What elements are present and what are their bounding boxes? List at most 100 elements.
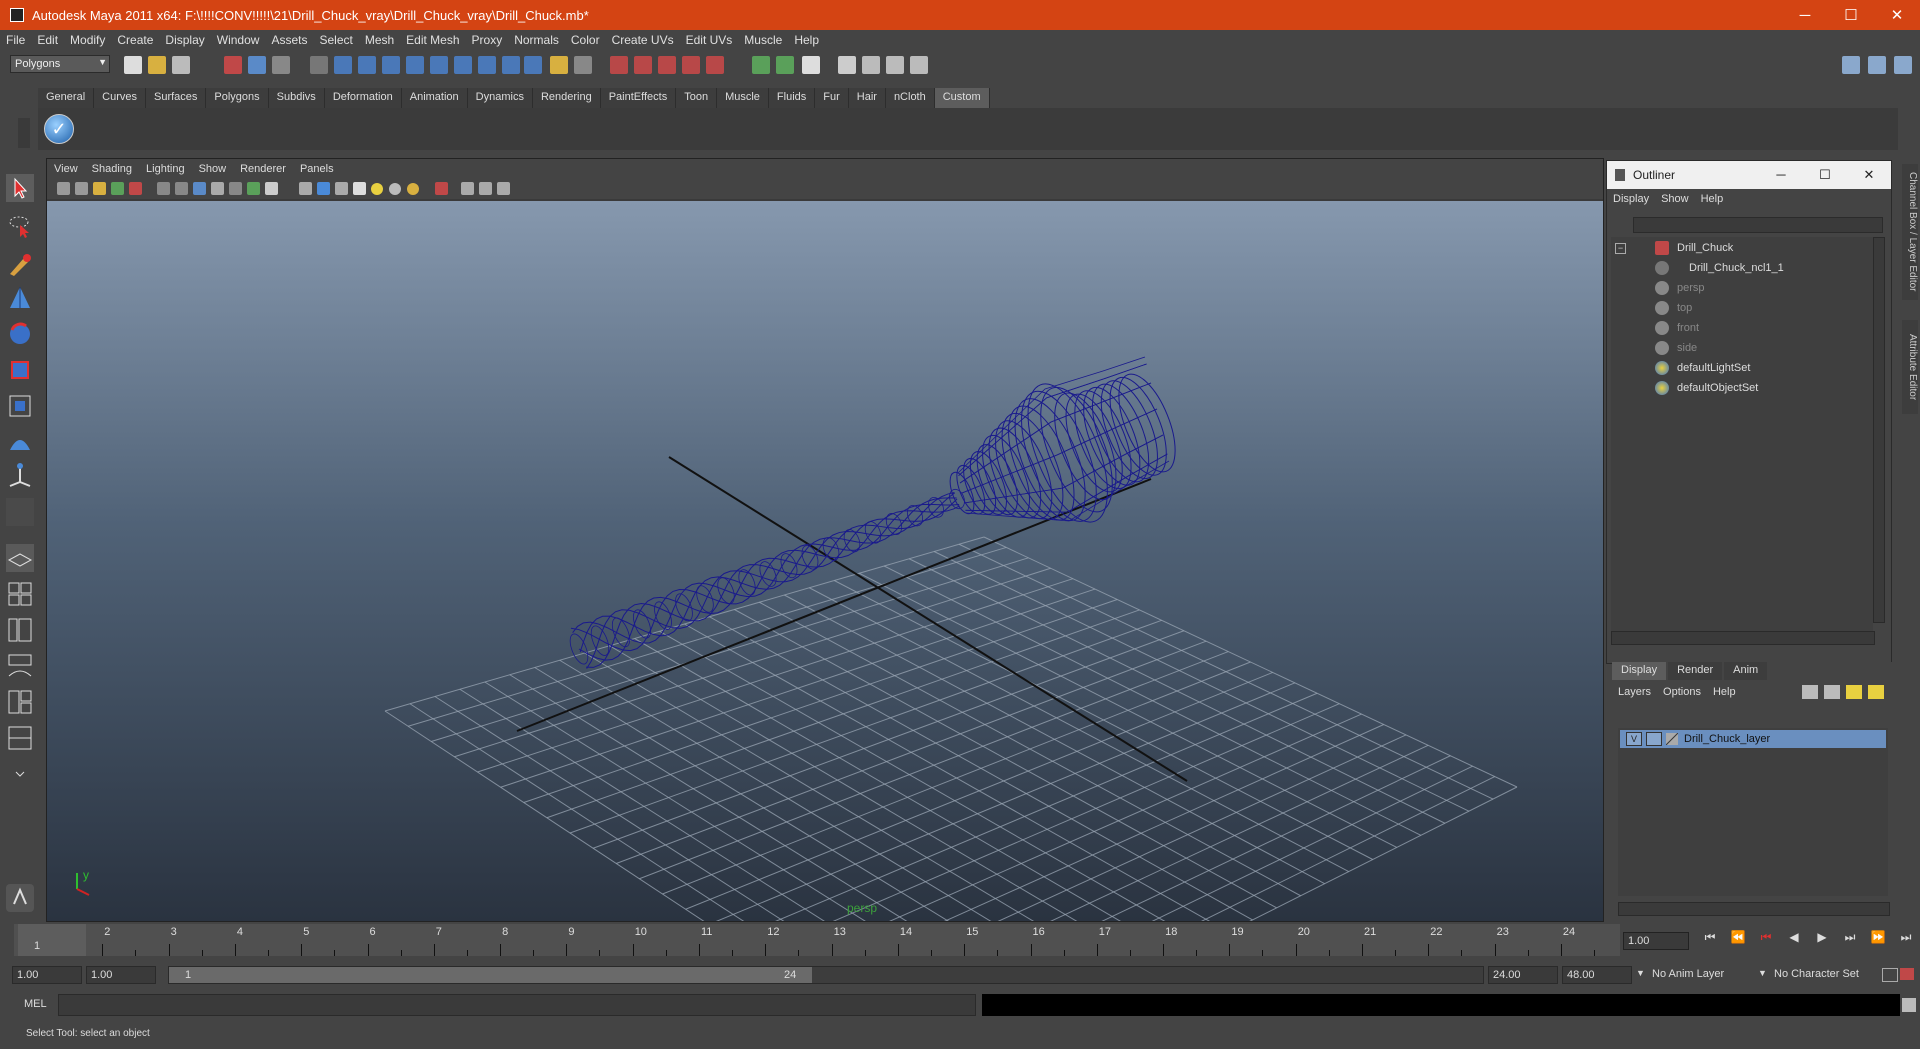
- step-forward-key-button[interactable]: ⏭: [1836, 930, 1864, 952]
- tab-channel-box-layer-editor[interactable]: Channel Box / Layer Editor: [1902, 164, 1918, 300]
- tab-fluids[interactable]: Fluids: [768, 88, 816, 108]
- go-to-end-button[interactable]: ⏭: [1892, 930, 1920, 952]
- menu-edit-mesh[interactable]: Edit Mesh: [400, 33, 465, 47]
- select-joints-icon[interactable]: [358, 56, 376, 74]
- viewport-scene[interactable]: y persp: [47, 201, 1603, 921]
- anim-layer-dropdown[interactable]: No Anim Layer: [1652, 968, 1724, 980]
- outliner-item-top[interactable]: top: [1655, 299, 1692, 317]
- output-ops-icon[interactable]: [776, 56, 794, 74]
- layer-color-swatch[interactable]: [1666, 733, 1678, 745]
- universal-manipulator-icon[interactable]: [6, 392, 34, 420]
- range-slider-handle[interactable]: [169, 967, 813, 983]
- outliner-filter-input[interactable]: [1633, 217, 1883, 233]
- playback-end-field[interactable]: 24.00: [1488, 966, 1558, 984]
- animation-end-field[interactable]: 48.00: [1562, 966, 1632, 984]
- outliner-item-default-light-set[interactable]: defaultLightSet: [1655, 359, 1750, 377]
- toggle-sidebar-icon[interactable]: [1842, 56, 1860, 74]
- menu-proxy[interactable]: Proxy: [466, 33, 509, 47]
- layer-visibility-toggle[interactable]: V: [1626, 732, 1642, 746]
- tab-curves[interactable]: Curves: [94, 88, 146, 108]
- step-back-key-button[interactable]: ⏮: [1752, 930, 1780, 952]
- collapse-icon[interactable]: −: [1615, 243, 1626, 254]
- layer-horizontal-scrollbar[interactable]: [1618, 902, 1890, 916]
- tab-muscle[interactable]: Muscle: [717, 88, 769, 108]
- construction-history-icon[interactable]: [802, 56, 820, 74]
- maximize-button[interactable]: ☐: [1828, 0, 1874, 30]
- menu-edit-uvs[interactable]: Edit UVs: [680, 33, 739, 47]
- menu-display[interactable]: Display: [159, 33, 210, 47]
- chevron-down-icon[interactable]: ▼: [1636, 968, 1645, 978]
- shelf-editor-icon[interactable]: [6, 884, 34, 912]
- animation-start-field[interactable]: 1.00: [12, 966, 82, 984]
- snap-curve-icon[interactable]: [634, 56, 652, 74]
- move-layer-down-icon[interactable]: [1823, 685, 1840, 699]
- time-slider[interactable]: 123456789101112131415161718192021222324 …: [14, 924, 1620, 956]
- snap-view-plane-icon[interactable]: [682, 56, 700, 74]
- outliner-item-default-object-set[interactable]: defaultObjectSet: [1655, 379, 1758, 397]
- rotate-tool-icon[interactable]: [6, 320, 34, 348]
- custom-layout-icon[interactable]: [6, 724, 34, 752]
- select-dynamics-icon[interactable]: [454, 56, 472, 74]
- layer-menu-options[interactable]: Options: [1657, 686, 1707, 698]
- viewport-menu-panels[interactable]: Panels: [293, 163, 341, 175]
- select-by-hierarchy-icon[interactable]: [224, 56, 242, 74]
- lock-selection-icon[interactable]: [550, 56, 568, 74]
- tab-attribute-editor[interactable]: Attribute Editor: [1902, 320, 1918, 414]
- tab-fur[interactable]: Fur: [815, 88, 849, 108]
- perspective-viewport[interactable]: View Shading Lighting Show Renderer Pane…: [46, 158, 1604, 922]
- step-forward-frame-button[interactable]: ⏩: [1864, 930, 1892, 952]
- move-layer-up-icon[interactable]: [1801, 685, 1818, 699]
- show-manipulator-icon[interactable]: [6, 462, 34, 490]
- playback-start-field[interactable]: 1.00: [86, 966, 156, 984]
- layer-row-drill-chuck[interactable]: V Drill_Chuck_layer: [1620, 730, 1886, 748]
- expand-layouts-icon[interactable]: [6, 760, 34, 788]
- viewport-menu-show[interactable]: Show: [192, 163, 234, 175]
- command-language-label[interactable]: MEL: [24, 998, 47, 1010]
- persp-graph-layout-icon[interactable]: [6, 652, 34, 680]
- menu-color[interactable]: Color: [565, 33, 606, 47]
- last-tool-icon[interactable]: [6, 498, 34, 526]
- move-tool-icon[interactable]: [6, 284, 34, 312]
- outliner-menu-help[interactable]: Help: [1695, 193, 1730, 205]
- snap-point-icon[interactable]: [658, 56, 676, 74]
- help-icon[interactable]: [524, 56, 542, 74]
- tab-painteffects[interactable]: PaintEffects: [600, 88, 677, 108]
- outliner-menu-show[interactable]: Show: [1655, 193, 1695, 205]
- viewport-menu-shading[interactable]: Shading: [85, 163, 139, 175]
- check-icon[interactable]: ✓: [44, 114, 74, 144]
- tab-toon[interactable]: Toon: [676, 88, 718, 108]
- tab-animation[interactable]: Animation: [401, 88, 468, 108]
- layer-tab-anim[interactable]: Anim: [1724, 662, 1768, 680]
- layer-menu-layers[interactable]: Layers: [1612, 686, 1657, 698]
- go-to-start-button[interactable]: ⏮: [1696, 930, 1724, 952]
- play-forwards-button[interactable]: ▶: [1808, 930, 1836, 952]
- outliner-maximize-button[interactable]: ☐: [1803, 161, 1847, 189]
- shelf-menu-handle[interactable]: [18, 118, 30, 148]
- minimize-button[interactable]: ─: [1782, 0, 1828, 30]
- create-empty-layer-icon[interactable]: [1845, 685, 1862, 699]
- mask-icon[interactable]: [310, 56, 328, 74]
- menu-select[interactable]: Select: [313, 33, 358, 47]
- toggle-tool-settings-icon[interactable]: [1894, 56, 1912, 74]
- lasso-tool-icon[interactable]: [6, 212, 34, 240]
- range-slider[interactable]: 1 24: [168, 966, 1484, 984]
- menu-file[interactable]: File: [0, 33, 31, 47]
- tab-general[interactable]: General: [38, 88, 95, 108]
- step-back-frame-button[interactable]: ⏪: [1724, 930, 1752, 952]
- menu-edit[interactable]: Edit: [31, 33, 64, 47]
- select-curves-icon[interactable]: [382, 56, 400, 74]
- hypershade-layout-icon[interactable]: [6, 688, 34, 716]
- open-scene-icon[interactable]: [148, 56, 166, 74]
- menu-help[interactable]: Help: [788, 33, 825, 47]
- select-handles-icon[interactable]: [334, 56, 352, 74]
- auto-key-icon[interactable]: [1882, 968, 1898, 982]
- outliner-item-drill-chuck-ncl[interactable]: Drill_Chuck_ncl1_1: [1655, 259, 1784, 277]
- command-input[interactable]: [58, 994, 976, 1016]
- menu-create[interactable]: Create: [111, 33, 159, 47]
- soft-modification-icon[interactable]: [6, 428, 34, 456]
- create-layer-from-selected-icon[interactable]: [1867, 685, 1884, 699]
- four-view-layout-icon[interactable]: [6, 580, 34, 608]
- tab-surfaces[interactable]: Surfaces: [145, 88, 207, 108]
- menu-window[interactable]: Window: [211, 33, 266, 47]
- persp-outliner-layout-icon[interactable]: [6, 616, 34, 644]
